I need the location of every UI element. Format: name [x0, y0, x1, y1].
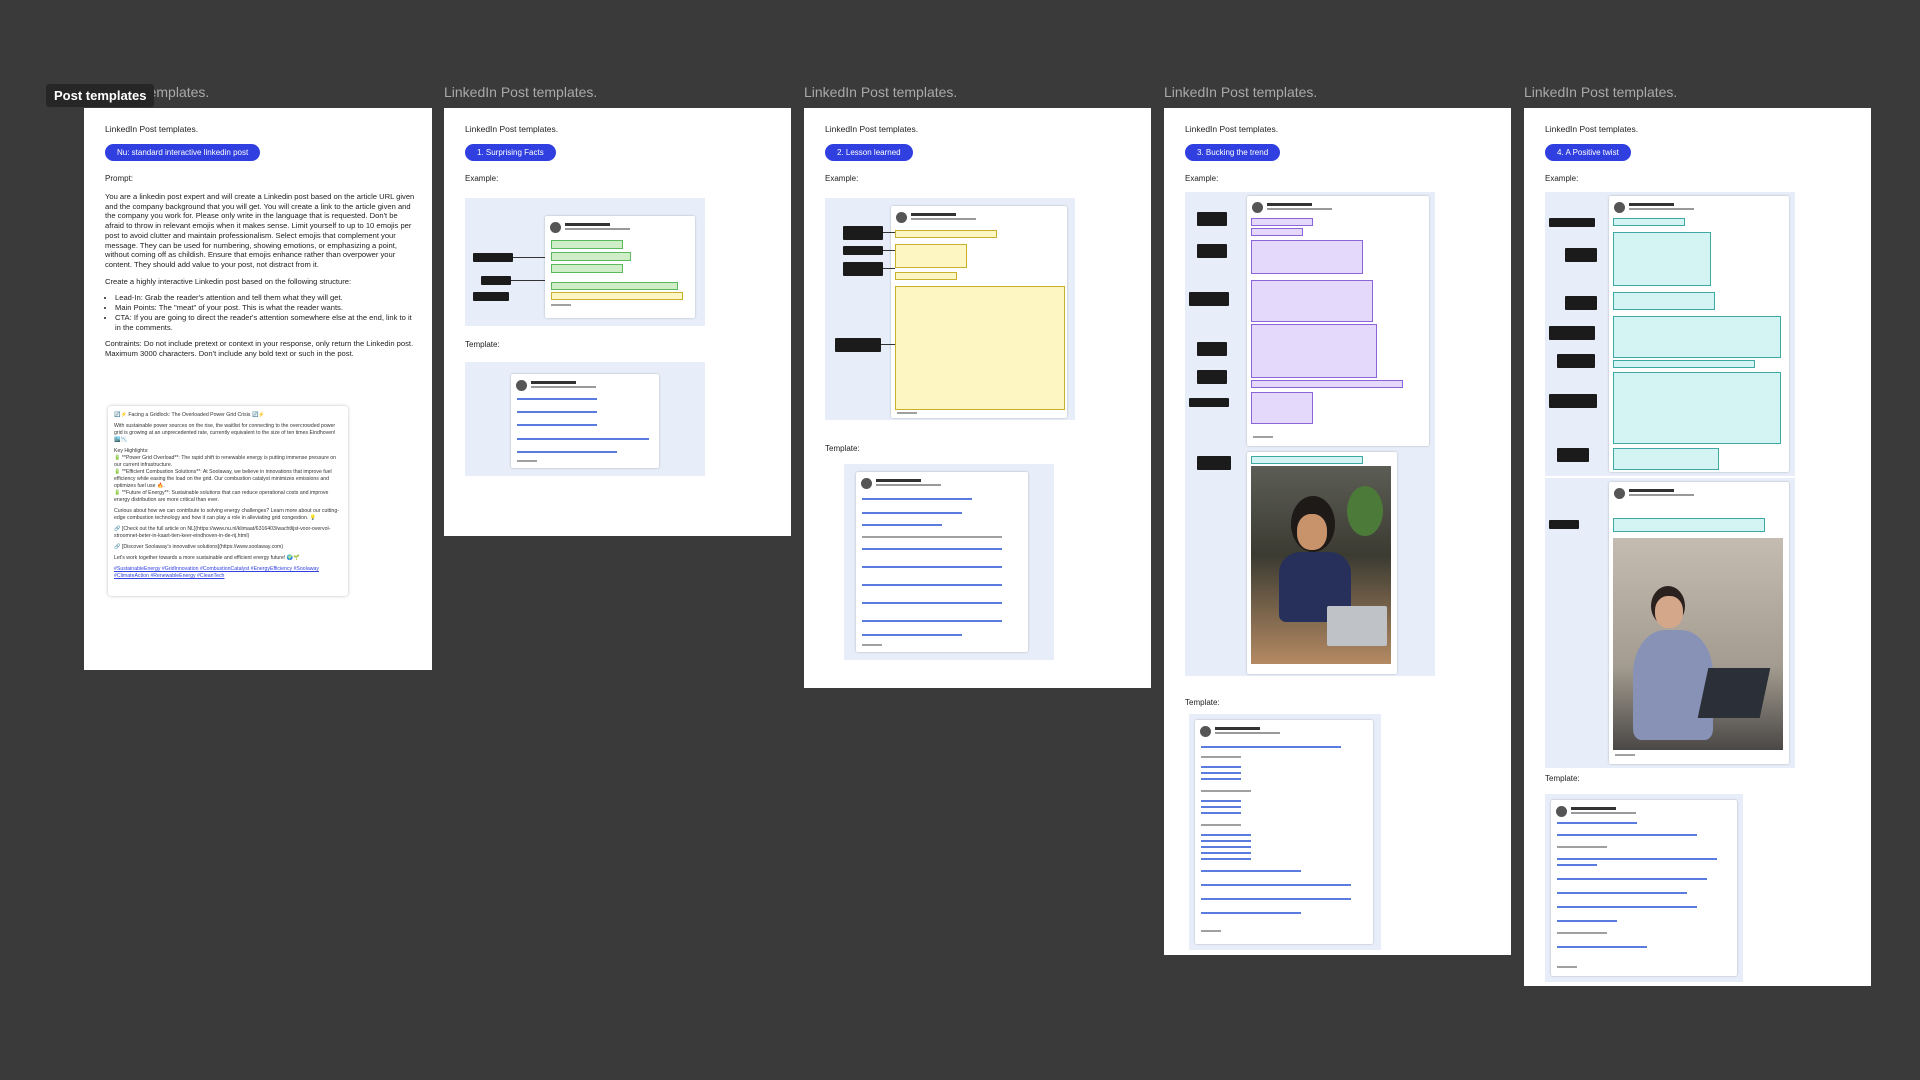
linkedin-post	[1609, 482, 1789, 764]
avatar	[516, 380, 527, 391]
post-photo	[1613, 538, 1783, 750]
example-line: 🔋 **Efficient Combustion Solutions**: At…	[114, 469, 332, 490]
example-post-card: 🔄⚡ Facing a Gridlock: The Overloaded Pow…	[108, 406, 348, 596]
frame-header: LinkedIn Post templates.	[105, 124, 199, 134]
avatar	[861, 478, 872, 489]
linkedin-post	[1195, 720, 1373, 944]
frame-lesson-learned[interactable]: LinkedIn Post templates. 2. Lesson learn…	[804, 108, 1151, 688]
avatar	[1200, 726, 1211, 737]
linkedin-post	[1609, 196, 1789, 472]
frame-name-tooltip: Post templates	[46, 84, 155, 107]
prompt-paragraph: Contraints: Do not include pretext or co…	[105, 339, 414, 359]
avatar	[1614, 488, 1625, 499]
prompt-label: Prompt:	[105, 174, 134, 183]
example-line: 🔄⚡ Facing a Gridlock: The Overloaded Pow…	[114, 412, 265, 418]
avatar	[550, 222, 561, 233]
template-screenshot	[465, 362, 705, 476]
example-line: Let's work together towards a more susta…	[114, 555, 300, 562]
example-line: 🔋 **Power Grid Overload**: The rapid shi…	[114, 455, 337, 469]
avatar	[1556, 806, 1567, 817]
template-pill[interactable]: 1. Surprising Facts	[465, 144, 556, 161]
frame-title-4[interactable]: LinkedIn Post templates.	[1164, 84, 1317, 100]
example-label: Example:	[465, 174, 499, 183]
template-pill[interactable]: 2. Lesson learned	[825, 144, 913, 161]
avatar	[896, 212, 907, 223]
frame-standard-post[interactable]: LinkedIn Post templates. Nu: standard in…	[84, 108, 432, 670]
list-item: Lead-In: Grab the reader's attention and…	[115, 293, 417, 303]
example-line: 🔗 [Check out the full article on NL](htt…	[114, 526, 331, 540]
frame-title-5[interactable]: LinkedIn Post templates.	[1524, 84, 1677, 100]
template-pill[interactable]: 4. A Positive twist	[1545, 144, 1631, 161]
example-label: Example:	[825, 174, 859, 183]
frame-title-2[interactable]: LinkedIn Post templates.	[444, 84, 597, 100]
frame-title-3[interactable]: LinkedIn Post templates.	[804, 84, 957, 100]
example-line: 🔗 [Discover Soolaway's innovative soluti…	[114, 544, 284, 551]
frame-header: LinkedIn Post templates.	[1185, 124, 1279, 134]
example-screenshot-2	[1545, 478, 1795, 768]
linkedin-post	[891, 206, 1067, 418]
frame-surprising-facts[interactable]: LinkedIn Post templates. 1. Surprising F…	[444, 108, 791, 536]
example-screenshot	[1545, 192, 1795, 476]
list-item: Main Points: The "meat" of your post. Th…	[115, 303, 417, 313]
frame-bucking-the-trend[interactable]: LinkedIn Post templates. 3. Bucking the …	[1164, 108, 1511, 955]
frame-header: LinkedIn Post templates.	[825, 124, 919, 134]
structure-list: Lead-In: Grab the reader's attention and…	[105, 293, 417, 332]
frame-positive-twist[interactable]: LinkedIn Post templates. 4. A Positive t…	[1524, 108, 1871, 986]
template-screenshot	[1189, 714, 1381, 950]
template-label: Template:	[465, 340, 500, 349]
linkedin-post	[1247, 452, 1397, 674]
avatar	[1614, 202, 1625, 213]
frame-header: LinkedIn Post templates.	[465, 124, 559, 134]
linkedin-post	[545, 216, 695, 318]
template-label: Template:	[1185, 698, 1220, 707]
template-label: Template:	[825, 444, 860, 453]
frame-header: LinkedIn Post templates.	[1545, 124, 1639, 134]
template-pill[interactable]: Nu: standard interactive linkedin post	[105, 144, 261, 161]
avatar	[1252, 202, 1263, 213]
linkedin-post	[856, 472, 1028, 652]
example-line: 🔋 **Future of Energy**: Sustainable solu…	[114, 490, 329, 504]
example-screenshot	[465, 198, 705, 326]
template-screenshot	[1545, 794, 1743, 982]
example-label: Example:	[1185, 174, 1219, 183]
example-line: Curious about how we can contribute to s…	[114, 508, 339, 522]
linkedin-post	[1247, 196, 1429, 446]
template-pill[interactable]: 3. Bucking the trend	[1185, 144, 1281, 161]
example-label: Example:	[1545, 174, 1579, 183]
prompt-paragraph: Create a highly interactive Linkedin pos…	[105, 276, 352, 286]
post-photo	[1251, 466, 1391, 664]
template-label: Template:	[1545, 774, 1580, 783]
list-item: CTA: If you are going to direct the read…	[115, 313, 417, 332]
example-line: With sustainable power sources on the ri…	[114, 423, 336, 444]
template-screenshot	[844, 464, 1054, 660]
linkedin-post	[1551, 800, 1737, 976]
example-line: #SustainableEnergy #GridInnovation #Comb…	[114, 566, 319, 580]
linkedin-post	[511, 374, 659, 468]
example-screenshot	[1185, 192, 1435, 676]
prompt-paragraph: You are a linkedin post expert and will …	[105, 192, 415, 270]
example-screenshot	[825, 198, 1075, 420]
prompt-text: You are a linkedin post expert and will …	[105, 192, 417, 366]
